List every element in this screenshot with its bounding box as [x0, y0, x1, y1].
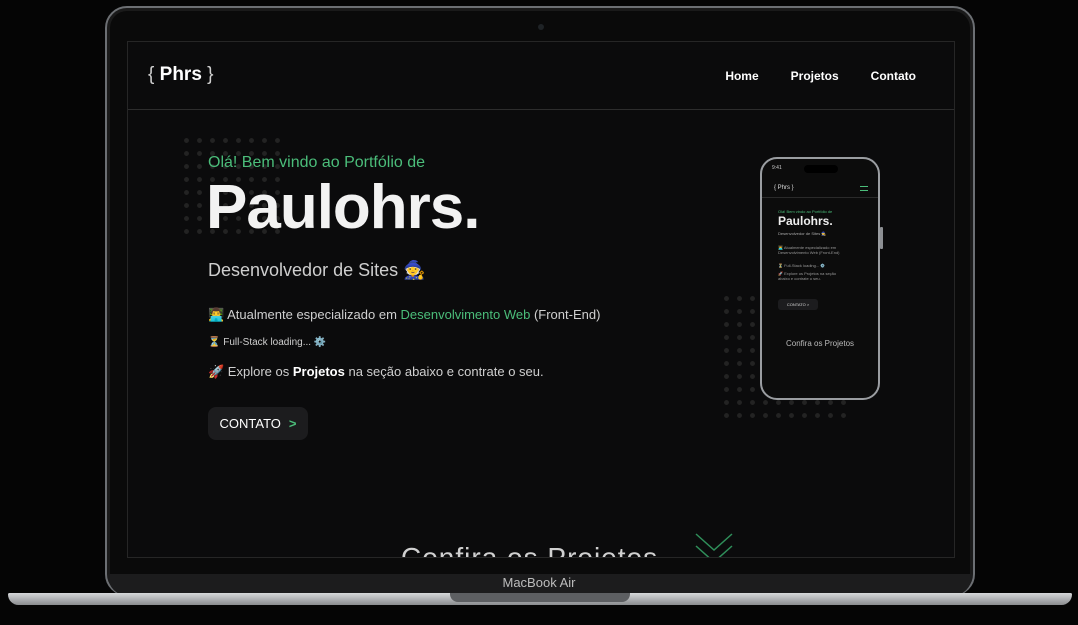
hero-line-explore: 🚀 Explore os Projetos na seção abaixo e …: [208, 364, 544, 379]
chevron-down-icon[interactable]: [694, 532, 734, 558]
laptop-mockup: { Phrs } Home Projetos Contato Olá! Bem …: [0, 0, 1078, 625]
hero-line-specialty: 👨‍💻 Atualmente especializado em Desenvol…: [208, 307, 601, 322]
phone-name: Paulohrs.: [778, 214, 833, 228]
phone-line-explore: 🚀 Explore os Projetos na seção abaixo e …: [778, 271, 837, 281]
phone-dynamic-island: [804, 165, 838, 173]
phone-line-specialty: 👨‍💻 Atualmente especializado em Desenvol…: [778, 245, 840, 255]
device-label: MacBook Air: [502, 575, 576, 590]
site-logo[interactable]: { Phrs }: [148, 64, 214, 86]
phone-status-time: 9:41: [772, 165, 782, 171]
website-screen: { Phrs } Home Projetos Contato Olá! Bem …: [127, 41, 955, 558]
phone-mockup: 9:41 { Phrs } Olá! Bem vindo ao Portfóli…: [760, 157, 880, 400]
phone-side-button: [880, 227, 883, 249]
hero-name: Paulohrs.: [206, 173, 481, 242]
phone-divider: [762, 197, 878, 198]
phone-logo: { Phrs }: [774, 185, 794, 191]
phone-line-loading: ⏳ Full-Stack loading... ⚙️: [778, 263, 826, 268]
nav-link-contato[interactable]: Contato: [871, 69, 916, 83]
contact-button[interactable]: CONTATO >: [208, 407, 308, 440]
phone-menu-icon: [860, 186, 868, 191]
phone-role: Desenvolvedor de Sites 🧙: [778, 231, 827, 236]
hero-line-loading: ⏳ Full-Stack loading... ⚙️: [208, 337, 327, 348]
nav-link-projetos[interactable]: Projetos: [791, 69, 839, 83]
nav-menu: Home Projetos Contato: [725, 69, 916, 83]
nav-link-home[interactable]: Home: [725, 69, 758, 83]
projects-heading: Confira os Projetos: [401, 542, 659, 558]
hero-role: Desenvolvedor de Sites 🧙: [208, 260, 426, 280]
laptop-notch: [450, 593, 630, 602]
phone-projects-heading: Confira os Projetos: [785, 339, 855, 348]
hero-greeting: Olá! Bem vindo ao Portfólio de: [208, 154, 426, 171]
camera-icon: [538, 24, 544, 30]
phone-contact-button: CONTATO >: [778, 299, 818, 310]
chevron-right-icon: >: [288, 416, 297, 431]
navbar: { Phrs } Home Projetos Contato: [128, 42, 954, 110]
highlight-web-dev: Desenvolvimento Web: [400, 307, 531, 322]
